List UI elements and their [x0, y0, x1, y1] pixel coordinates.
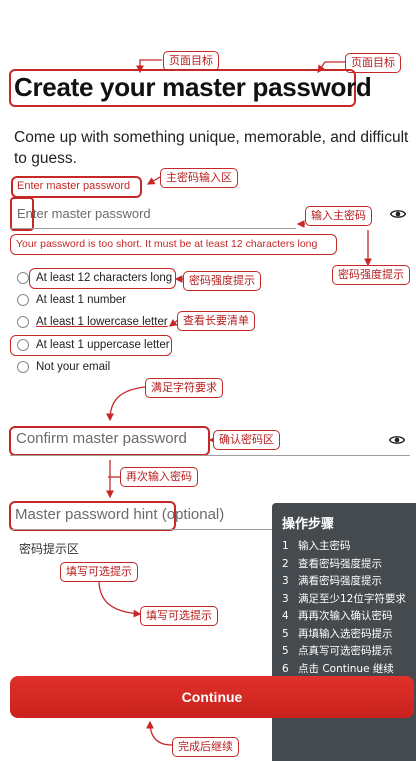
confirm-password-input[interactable]: Confirm master password [16, 430, 187, 447]
requirement-radio-uppercase [17, 339, 29, 351]
requirement-radio-email [17, 361, 29, 373]
requirement-radio-lowercase [17, 316, 29, 328]
annotation-meet-requirements: 满足字符要求 [145, 378, 223, 398]
continue-button[interactable]: Continue [10, 676, 414, 718]
annotation-reenter: 再次输入密码 [120, 467, 198, 487]
master-input-underline [10, 228, 296, 229]
requirement-lowercase: At least 1 lowercase letter [36, 316, 168, 328]
master-password-input[interactable]: Enter master password [17, 206, 151, 221]
annotation-strength-tip-right: 密码强度提示 [332, 265, 410, 285]
requirement-not-email: Not your email [36, 361, 111, 373]
requirement-radio-number [17, 294, 29, 306]
step-item: 5 点真写可选密码提示 [282, 645, 393, 657]
requirement-radio-length [17, 272, 29, 284]
page-subtitle: Come up with something unique, memorable… [14, 129, 409, 167]
annotation-confirm-area: 确认密码区 [213, 430, 280, 450]
annotation-strength-tip: 密码强度提示 [183, 271, 261, 291]
page-title: Create your master password [14, 72, 372, 102]
requirement-uppercase: At least 1 uppercase letter [36, 339, 170, 351]
steps-panel-title: 操作步骤 [282, 517, 335, 532]
annotation-fill-optional-1: 填写可选提示 [60, 562, 138, 582]
password-hint-input[interactable]: Master password hint (optional) [15, 506, 224, 523]
steps-panel: 操作步骤 1 输入主密码 2 查看密码强度提示 3 满看密码强度提示 3 满足至少12位… [272, 503, 416, 761]
password-error-message: Your password is too short. It must be a… [16, 238, 318, 250]
hint-input-underline [10, 529, 272, 530]
steps-list: 1 输入主密码 2 查看密码强度提示 3 满看密码强度提示 3 满足至少12位字符要求 … [282, 538, 406, 678]
annotation-page-goal: 页面目标 [163, 51, 219, 71]
step-item: 3 满看密码强度提示 [282, 575, 382, 587]
annotation-fill-optional-2: 填写可选提示 [140, 606, 218, 626]
step-item: 3 满足至少12位字符要求 [282, 592, 406, 605]
requirement-length: At least 12 characters long [36, 272, 173, 284]
master-field-label: Enter master password [17, 180, 131, 192]
step-item: 5 再填输入选密码提示 [282, 627, 393, 640]
hint-area-label: 密码提示区 [19, 542, 80, 556]
annotation-enter-master: 输入主密码 [305, 206, 372, 226]
show-password-icon[interactable] [390, 209, 406, 219]
step-item: 4 再再次输入确认密码 [282, 610, 393, 622]
step-item: 1 输入主密码 [282, 540, 351, 552]
step-item: 2 查看密码强度提示 [282, 557, 382, 570]
confirm-input-underline [10, 455, 410, 456]
annotation-continue-after: 完成后继续 [172, 737, 239, 757]
annotation-view-checklist: 查看长要清单 [177, 311, 255, 331]
show-confirm-password-icon[interactable] [389, 435, 405, 445]
annotation-master-input-area: 主密码输入区 [160, 168, 238, 188]
requirement-number: At least 1 number [36, 294, 127, 306]
